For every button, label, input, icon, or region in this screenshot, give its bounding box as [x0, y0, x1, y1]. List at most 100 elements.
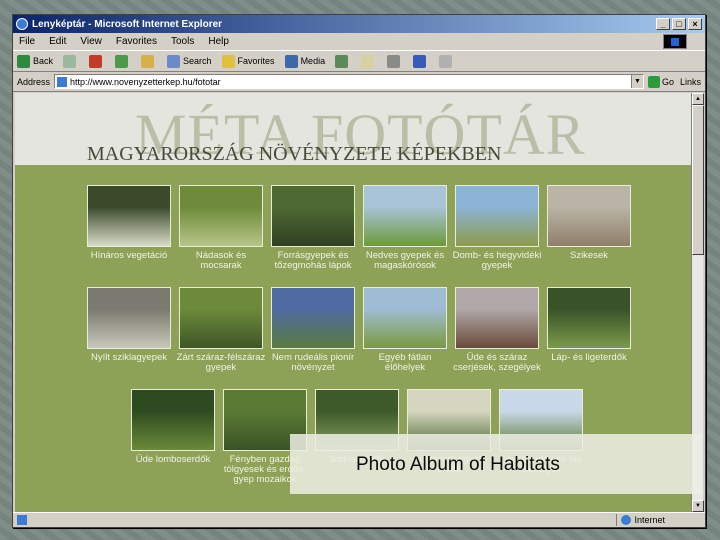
back-button[interactable]: Back: [17, 54, 53, 68]
menu-view[interactable]: View: [80, 36, 102, 47]
forward-arrow-icon: [63, 54, 77, 68]
home-icon: [141, 54, 155, 68]
status-zone: Internet: [616, 514, 665, 526]
habitat-caption[interactable]: Üde lomboserdők: [127, 451, 219, 489]
habitat-photo[interactable]: [87, 287, 171, 349]
window-title: Lenyképtár - Microsoft Internet Explorer: [32, 18, 223, 30]
title-bar[interactable]: Lenyképtár - Microsoft Internet Explorer…: [13, 15, 705, 33]
print-button[interactable]: [387, 54, 403, 68]
habitat-item[interactable]: Nem rudeális pionír növényzet: [267, 287, 359, 387]
media-icon: [284, 54, 298, 68]
favorites-button[interactable]: Favorites: [221, 54, 275, 68]
menu-bar: File Edit View Favorites Tools Help: [13, 33, 705, 50]
habitat-item[interactable]: Nyílt sziklagyepek: [83, 287, 175, 387]
habitat-item[interactable]: Nedves gyepek és magaskórósok: [359, 185, 451, 285]
overlay-caption: Photo Album of Habitats: [356, 454, 560, 475]
habitat-photo[interactable]: [87, 185, 171, 247]
maximize-button[interactable]: □: [672, 18, 686, 30]
back-arrow-icon: [17, 54, 30, 68]
address-url: http://www.novenyzetterkep.hu/fototar: [70, 76, 221, 87]
minimize-button[interactable]: _: [656, 18, 670, 30]
edit-button[interactable]: [413, 54, 429, 68]
habitat-item[interactable]: Hínáros vegetáció: [83, 185, 175, 285]
status-bar: Internet: [13, 512, 705, 527]
address-dropdown-icon[interactable]: ▼: [630, 75, 643, 88]
habitat-item[interactable]: Zárt száraz-félszáraz gyepek: [175, 287, 267, 387]
status-page-icon: [17, 515, 27, 525]
refresh-icon: [115, 54, 129, 68]
ie-icon: [16, 18, 28, 30]
habitat-item[interactable]: Szikesek: [543, 185, 635, 285]
refresh-button[interactable]: [115, 54, 131, 68]
page-icon: [57, 76, 68, 87]
habitat-caption[interactable]: Szikesek: [543, 247, 635, 285]
stop-button[interactable]: [89, 54, 105, 68]
standard-toolbar: Back Search Favorites Media: [13, 50, 705, 72]
scroll-up-icon[interactable]: ▲: [692, 93, 704, 105]
scroll-thumb[interactable]: [692, 105, 704, 255]
habitat-caption[interactable]: Nem rudeális pionír növényzet: [267, 349, 359, 387]
habitat-caption[interactable]: Nádasok és mocsarak: [175, 247, 267, 285]
habitat-caption[interactable]: Forrásgyepek és tőzegmohás lápok: [267, 247, 359, 285]
habitat-photo[interactable]: [547, 287, 631, 349]
habitat-item[interactable]: Nádasok és mocsarak: [175, 185, 267, 285]
history-button[interactable]: [335, 54, 351, 68]
habitat-item[interactable]: Üde lomboserdők: [127, 389, 219, 489]
close-button[interactable]: ×: [688, 18, 702, 30]
go-arrow-icon: [647, 75, 660, 88]
menu-file[interactable]: File: [19, 36, 35, 47]
search-button[interactable]: Search: [167, 54, 212, 68]
habitat-photo[interactable]: [131, 389, 215, 451]
habitat-caption[interactable]: Zárt száraz-félszáraz gyepek: [175, 349, 267, 387]
globe-icon: [621, 515, 632, 525]
habitat-item[interactable]: Domb- és hegyvidéki gyepek: [451, 185, 543, 285]
word-icon: [413, 54, 427, 68]
habitat-item[interactable]: Forrásgyepek és tőzegmohás lápok: [267, 185, 359, 285]
links-button[interactable]: Links: [680, 77, 701, 87]
habitat-item[interactable]: Láp- és ligeterdők: [543, 287, 635, 387]
scroll-down-icon[interactable]: ▼: [692, 500, 704, 512]
habitat-item[interactable]: Egyéb fátlan élőhelyek: [359, 287, 451, 387]
media-button[interactable]: Media: [284, 54, 325, 68]
habitat-caption[interactable]: Láp- és ligeterdők: [543, 349, 635, 387]
habitat-caption[interactable]: Üde és száraz cserjések, szegélyek: [451, 349, 543, 387]
habitat-photo[interactable]: [547, 185, 631, 247]
habitat-caption[interactable]: Hínáros vegetáció: [83, 247, 175, 285]
site-subtitle: MAGYARORSZÁG NÖVÉNYZETE KÉPEKBEN: [87, 143, 502, 165]
address-label: Address: [17, 76, 51, 87]
habitat-caption[interactable]: Egyéb fátlan élőhelyek: [359, 349, 451, 387]
habitat-photo[interactable]: [271, 185, 355, 247]
habitat-caption[interactable]: Nedves gyepek és magaskórósok: [359, 247, 451, 285]
address-bar: Address http://www.novenyzetterkep.hu/fo…: [13, 72, 705, 92]
site-header: MÉTA FOTÓTÁR MAGYARORSZÁG NÖVÉNYZETE KÉP…: [15, 93, 691, 167]
search-icon: [167, 54, 181, 68]
habitat-photo[interactable]: [455, 287, 539, 349]
habitat-caption[interactable]: Nyílt sziklagyepek: [83, 349, 175, 387]
habitat-row: Nyílt sziklagyepek Zárt száraz-félszáraz …: [83, 287, 643, 387]
home-button[interactable]: [141, 54, 157, 68]
habitat-caption[interactable]: Domb- és hegyvidéki gyepek: [451, 247, 543, 285]
habitat-photo[interactable]: [271, 287, 355, 349]
habitat-photo[interactable]: [363, 287, 447, 349]
habitat-row: Hínáros vegetáció Nádasok és mocsarak Forr…: [83, 185, 643, 285]
menu-tools[interactable]: Tools: [171, 36, 194, 47]
habitat-item[interactable]: Üde és száraz cserjések, szegélyek: [451, 287, 543, 387]
windows-logo-icon: [663, 34, 687, 49]
forward-button[interactable]: [63, 54, 79, 68]
mail-icon: [361, 54, 375, 68]
habitat-photo[interactable]: [455, 185, 539, 247]
menu-help[interactable]: Help: [208, 36, 229, 47]
menu-edit[interactable]: Edit: [49, 36, 66, 47]
mail-button[interactable]: [361, 54, 377, 68]
address-input[interactable]: http://www.novenyzetterkep.hu/fototar ▼: [54, 74, 644, 89]
discuss-button[interactable]: [439, 54, 455, 68]
habitat-photo[interactable]: [179, 287, 263, 349]
habitat-photo[interactable]: [363, 185, 447, 247]
go-button[interactable]: Go: [647, 75, 674, 88]
menu-favorites[interactable]: Favorites: [116, 36, 157, 47]
print-icon: [387, 54, 401, 68]
stop-icon: [89, 54, 103, 68]
history-icon: [335, 54, 349, 68]
habitat-photo[interactable]: [179, 185, 263, 247]
discuss-icon: [439, 54, 453, 68]
